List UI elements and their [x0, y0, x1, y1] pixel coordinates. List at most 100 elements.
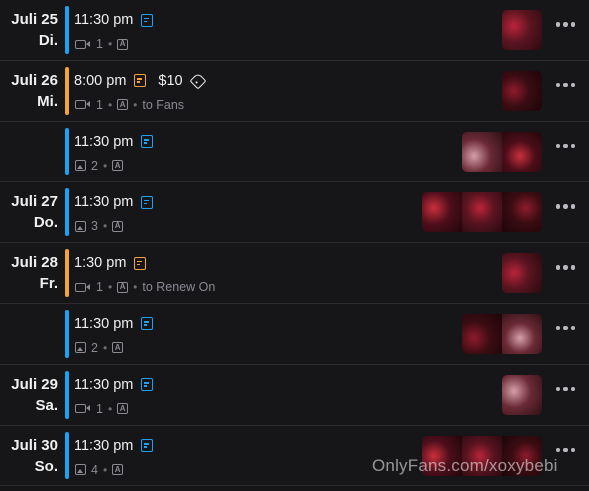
media-thumbnail[interactable]	[502, 313, 542, 354]
separator: •	[107, 401, 113, 416]
post-date-weekday: So.	[34, 457, 58, 475]
post-time: 11:30 pm	[74, 12, 134, 28]
scheduled-post-row[interactable]: Juli 27 Do. 11:30 pm 3 • A	[0, 182, 589, 244]
media-thumbnail[interactable]	[462, 131, 502, 172]
status-bar	[65, 309, 69, 358]
post-date: Juli 25 Di.	[11, 9, 58, 51]
post-meta-line: 3 • A	[75, 219, 124, 234]
post-time: 11:30 pm	[74, 315, 134, 332]
post-meta-line: 1 • A • to Renew On	[75, 280, 215, 294]
separator: •	[107, 280, 113, 295]
separator: •	[107, 97, 113, 112]
post-date: Juli 29 Sa.	[11, 374, 58, 416]
scheduled-post-row[interactable]: 11:30 pm 2 • A	[0, 304, 589, 365]
status-bar	[65, 66, 69, 115]
image-icon	[75, 464, 86, 476]
scheduled-post-row[interactable]: Juli 29 Sa. 11:30 pm 1 • A	[0, 365, 589, 426]
post-date: Juli 26 Mi.	[11, 70, 58, 112]
media-count: 2	[91, 340, 98, 355]
post-date-weekday: Mi.	[37, 92, 58, 110]
post-date: Juli 30 So.	[11, 435, 58, 477]
note-icon	[141, 439, 154, 453]
video-icon	[75, 282, 90, 292]
media-thumbnail[interactable]	[502, 131, 542, 172]
more-options-icon[interactable]	[555, 204, 575, 209]
more-options-icon[interactable]	[555, 22, 575, 27]
media-thumbnails[interactable]	[502, 253, 542, 294]
media-thumbnails[interactable]	[502, 70, 542, 111]
media-thumbnails[interactable]	[462, 313, 542, 354]
access-badge-icon: A	[112, 220, 124, 232]
post-time: 11:30 pm	[74, 133, 134, 150]
post-date: Juli 27 Do.	[11, 191, 58, 233]
post-meta-line: 2 • A	[75, 340, 124, 355]
post-date: Juli 28 Fr.	[11, 252, 58, 294]
post-audience: to Fans	[142, 97, 185, 112]
more-options-icon[interactable]	[555, 386, 575, 392]
media-thumbnails[interactable]	[462, 131, 542, 172]
post-time: 8:00 pm	[74, 72, 127, 89]
post-meta-line: 2 • A	[75, 158, 124, 173]
post-date-weekday: Do.	[33, 214, 58, 232]
post-time-line: 11:30 pm	[74, 315, 154, 332]
media-thumbnails[interactable]	[422, 192, 542, 233]
note-icon	[141, 317, 154, 331]
media-thumbnail[interactable]	[502, 374, 542, 415]
post-meta-line: 4 • A	[75, 463, 124, 477]
post-date-weekday: Fr.	[39, 275, 58, 293]
post-date-day: Juli 30	[11, 436, 58, 454]
status-bar	[65, 6, 69, 54]
post-audience: to Renew On	[142, 280, 216, 295]
media-thumbnail[interactable]	[462, 313, 502, 354]
image-icon	[75, 160, 86, 172]
more-options-icon[interactable]	[555, 143, 575, 149]
watermark: OnlyFans.com/xoxybebi	[372, 456, 558, 475]
post-date-day: Juli 29	[11, 375, 58, 393]
media-thumbnail[interactable]	[502, 10, 542, 50]
separator: •	[133, 280, 138, 295]
post-meta-line: 1 • A	[75, 401, 129, 416]
post-date-weekday: Sa.	[35, 396, 58, 414]
access-badge-icon: A	[112, 342, 124, 354]
post-price: $10	[158, 72, 183, 89]
scheduled-post-row[interactable]: Juli 25 Di. 11:30 pm 1 • A	[0, 0, 589, 61]
more-options-icon[interactable]	[555, 82, 575, 88]
access-badge-icon: A	[117, 403, 129, 415]
media-count: 1	[96, 97, 103, 112]
video-icon	[75, 39, 90, 49]
media-count: 2	[91, 158, 98, 173]
more-options-icon[interactable]	[555, 325, 575, 331]
more-options-icon[interactable]	[555, 265, 575, 270]
more-options-icon[interactable]	[555, 447, 575, 453]
access-badge-icon: A	[117, 38, 129, 50]
media-thumbnail[interactable]	[502, 253, 542, 294]
status-bar	[65, 431, 69, 480]
media-thumbnail[interactable]	[462, 192, 502, 233]
post-time-line: 11:30 pm	[74, 194, 154, 211]
post-time-line: 8:00 pm $10	[74, 72, 207, 90]
post-meta-line: 1 • A	[75, 37, 129, 51]
media-count: 1	[96, 37, 103, 51]
post-time-line: 11:30 pm	[74, 133, 154, 150]
scheduled-post-row[interactable]: Juli 28 Fr. 1:30 pm 1 • A • to Renew On	[0, 243, 589, 304]
status-bar	[65, 370, 69, 419]
access-badge-icon: A	[117, 99, 129, 111]
post-date-weekday: Di.	[38, 32, 58, 49]
access-badge-icon: A	[117, 281, 129, 293]
post-date-day: Juli 26	[11, 71, 58, 89]
media-thumbnail[interactable]	[422, 192, 462, 233]
scheduled-post-row[interactable]: 11:30 pm 2 • A	[0, 122, 589, 183]
scheduled-post-row[interactable]: Juli 26 Mi. 8:00 pm $10 1 • A • to Fans	[0, 61, 589, 122]
separator: •	[102, 219, 108, 234]
image-icon	[75, 342, 86, 354]
image-icon	[75, 220, 86, 232]
media-thumbnail[interactable]	[502, 70, 542, 111]
media-count: 3	[91, 219, 98, 234]
post-time: 11:30 pm	[74, 376, 134, 393]
separator: •	[102, 340, 108, 355]
media-thumbnails[interactable]	[502, 10, 542, 50]
media-thumbnail[interactable]	[502, 192, 542, 233]
media-thumbnails[interactable]	[502, 374, 542, 415]
post-time: 11:30 pm	[74, 194, 134, 211]
access-badge-icon: A	[112, 160, 124, 172]
